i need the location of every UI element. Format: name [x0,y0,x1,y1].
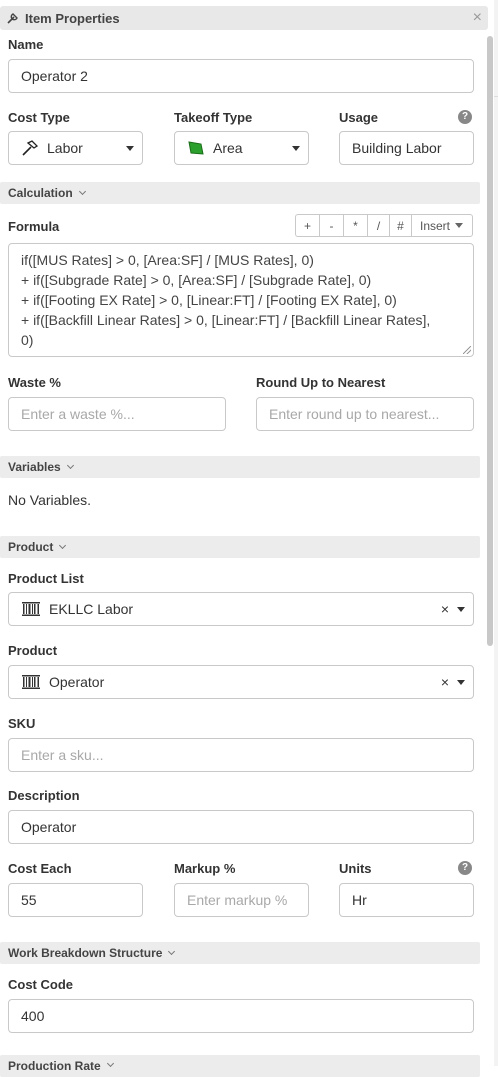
chevron-down-icon [126,146,134,151]
chevron-down-icon [66,461,74,470]
calculation-section-header[interactable]: Calculation [0,182,480,204]
clear-icon[interactable]: × [441,601,449,617]
no-variables-text: No Variables. [8,492,92,508]
product-section-title: Product [8,540,54,554]
chevron-down-icon [168,947,176,956]
takeoff-type-select[interactable]: Area [174,131,309,165]
product-label: Product [8,643,58,658]
item-properties-panel: Item Properties × Name Operator 2 Cost T… [0,0,488,1077]
calculation-section-title: Calculation [8,186,73,200]
formula-textarea[interactable]: if([MUS Rates] > 0, [Area:SF] / [MUS Rat… [8,243,474,357]
waste-label: Waste % [8,375,61,390]
units-help-icon[interactable]: ? [458,861,472,875]
chevron-down-icon [78,187,86,196]
product-list-select[interactable]: EKLLC Labor × [8,592,474,626]
formula-line: + if([Backfill Linear Rates] > 0, [Linea… [21,312,431,328]
insert-dropdown-button[interactable]: Insert [411,214,473,237]
minus-button[interactable]: - [319,214,343,237]
insert-label: Insert [420,218,451,233]
cost-each-input[interactable]: 55 [8,883,143,917]
sku-input[interactable]: Enter a sku... [8,738,474,772]
chevron-down-icon [455,223,464,228]
markup-input[interactable]: Enter markup % [174,883,309,917]
name-label: Name [8,37,44,52]
background-edge [494,0,498,1066]
clear-icon[interactable]: × [441,674,449,690]
round-up-label: Round Up to Nearest [256,375,386,390]
sku-label: SKU [8,716,36,731]
round-up-input[interactable]: Enter round up to nearest... [256,397,474,431]
chevron-down-icon [59,541,67,550]
formula-line: + if([Subgrade Rate] > 0, [Area:SF] / [S… [21,272,372,288]
plus-button[interactable]: + [295,214,319,237]
scrollbar-thumb[interactable] [487,36,493,646]
formula-line: + if([Footing EX Rate] > 0, [Linear:FT] … [21,292,397,308]
name-input[interactable]: Operator 2 [8,59,474,93]
formula-line: 0) [21,332,34,348]
production-rate-section-header[interactable]: Production Rate [0,1055,480,1077]
wbs-section-header[interactable]: Work Breakdown Structure [0,942,480,964]
production-rate-section-title: Production Rate [8,1059,101,1073]
area-polygon-icon [187,140,205,156]
usage-help-icon[interactable]: ? [458,110,472,124]
resize-handle[interactable] [463,346,471,354]
product-section-header[interactable]: Product [0,536,480,558]
formula-line: if([MUS Rates] > 0, [Area:SF] / [MUS Rat… [21,252,314,268]
panel-title-bar: Item Properties × [0,6,488,30]
close-icon[interactable]: × [473,9,482,27]
units-label: Units [339,861,372,876]
cost-each-label: Cost Each [8,861,72,876]
edge-divider [494,96,498,97]
wbs-section-title: Work Breakdown Structure [8,946,163,960]
formula-toolbar: + - * / # Insert [295,214,473,237]
chevron-down-icon [457,607,465,612]
chevron-down-icon [457,680,465,685]
variables-section-title: Variables [8,460,61,474]
chevron-down-icon [292,146,300,151]
waste-input[interactable]: Enter a waste %... [8,397,226,431]
cost-type-select[interactable]: Labor [8,131,143,165]
takeoff-type-value: Area [213,140,243,156]
hammer-icon [21,140,39,156]
units-input[interactable]: Hr [339,883,474,917]
cost-type-label: Cost Type [8,110,70,125]
description-input[interactable]: Operator [8,810,474,844]
number-button[interactable]: # [389,214,411,237]
takeoff-type-label: Takeoff Type [174,110,253,125]
barcode-icon [21,601,41,617]
panel-title: Item Properties [25,10,120,26]
usage-input[interactable]: Building Labor [339,131,474,165]
variables-section-header[interactable]: Variables [0,456,480,478]
barcode-icon [21,674,41,690]
markup-label: Markup % [174,861,236,876]
usage-label: Usage [339,110,379,125]
cost-code-label: Cost Code [8,977,73,992]
cost-type-value: Labor [47,140,83,156]
product-list-label: Product List [8,571,84,586]
wrench-icon [6,10,22,26]
product-value: Operator [49,674,105,690]
divide-button[interactable]: / [367,214,389,237]
cost-code-input[interactable]: 400 [8,999,474,1033]
product-list-value: EKLLC Labor [49,601,134,617]
product-select[interactable]: Operator × [8,665,474,699]
multiply-button[interactable]: * [343,214,367,237]
description-label: Description [8,788,80,803]
formula-label: Formula [8,219,60,234]
